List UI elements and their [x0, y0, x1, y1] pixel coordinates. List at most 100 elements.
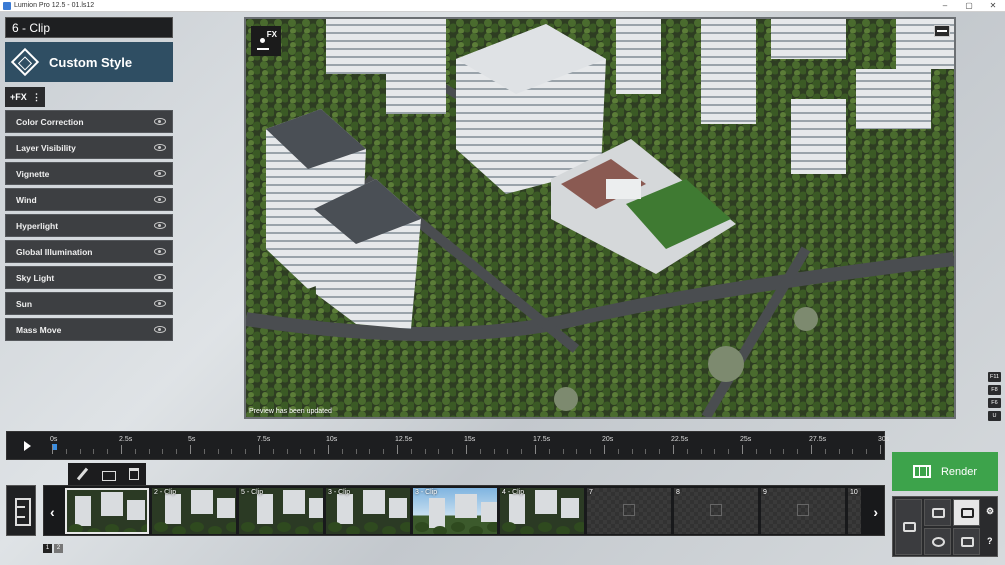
- eye-icon[interactable]: [154, 170, 166, 177]
- tick-minor: [134, 449, 136, 454]
- clip-thumbnail[interactable]: 10: [848, 488, 861, 534]
- tick-label: 2.5s: [119, 436, 133, 443]
- effect-item[interactable]: Mass Move: [5, 318, 173, 341]
- clip-thumbnail[interactable]: 3 - Clip: [413, 488, 497, 534]
- tick-major: [535, 445, 536, 454]
- thumbnail-tree: [154, 522, 168, 532]
- effect-label: Color Correction: [16, 116, 84, 127]
- build-mode-icon: [903, 522, 916, 532]
- thumbnail-building: [283, 490, 305, 514]
- clip-label: 7: [589, 489, 593, 496]
- play-icon[interactable]: [24, 441, 31, 451]
- viewport-toggle-icon[interactable]: [934, 25, 950, 37]
- effect-item[interactable]: Layer Visibility: [5, 136, 173, 159]
- thumbnail-tree: [556, 526, 570, 534]
- scroll-left-icon[interactable]: ‹: [50, 504, 55, 520]
- tick-major: [604, 445, 605, 454]
- tick-label: 25s: [740, 436, 752, 443]
- add-clip-icon[interactable]: [101, 471, 116, 481]
- tick-minor: [272, 449, 274, 454]
- movie-mode-button[interactable]: [953, 499, 980, 526]
- thumbnail-tree: [259, 526, 273, 534]
- effect-item[interactable]: Color Correction: [5, 110, 173, 133]
- effect-item[interactable]: Sky Light: [5, 266, 173, 289]
- scroll-right-icon[interactable]: ›: [873, 504, 878, 520]
- clip-thumbnail[interactable]: 2 - Clip: [152, 488, 236, 534]
- eye-icon[interactable]: [154, 248, 166, 255]
- tick-major: [52, 445, 53, 454]
- clip-thumbnail[interactable]: 4 - Clip: [500, 488, 584, 534]
- tick-minor: [548, 449, 550, 454]
- close-icon[interactable]: ✕: [981, 1, 1005, 10]
- clip-thumbnail[interactable]: 3 - Clip: [326, 488, 410, 534]
- effect-item[interactable]: Sun: [5, 292, 173, 315]
- thumbnail-tree: [295, 526, 309, 534]
- tick-minor: [769, 449, 771, 454]
- thumbnail-tree: [172, 526, 186, 534]
- edit-clip-icon[interactable]: [75, 467, 89, 481]
- tick-minor: [521, 449, 523, 454]
- panorama-mode-button[interactable]: [924, 528, 951, 555]
- eye-icon[interactable]: [154, 274, 166, 281]
- maximize-icon[interactable]: ▢: [957, 1, 981, 10]
- clip-thumbnail[interactable]: 7: [587, 488, 671, 534]
- save-button[interactable]: [953, 528, 980, 555]
- thumbnail-tree: [226, 522, 236, 532]
- clip-thumbnail[interactable]: [65, 488, 149, 534]
- film-icon: [912, 465, 931, 478]
- thumbnail-tree: [346, 526, 360, 534]
- settings-icon[interactable]: ⚙: [986, 506, 994, 517]
- tick-minor: [755, 449, 757, 454]
- thumbnail-building: [509, 494, 525, 524]
- shortcut-key[interactable]: F8: [988, 385, 1001, 395]
- clip-name-field[interactable]: 6 - Clip: [5, 17, 173, 38]
- effect-item[interactable]: Vignette: [5, 162, 173, 185]
- shortcut-key[interactable]: F11: [988, 372, 1001, 382]
- edit-mode-button[interactable]: [895, 499, 922, 555]
- effect-label: Hyperlight: [16, 220, 59, 231]
- help-icon[interactable]: ?: [987, 536, 993, 546]
- tick-label: 15s: [464, 436, 476, 443]
- effect-label: Vignette: [16, 168, 50, 179]
- effect-item[interactable]: Hyperlight: [5, 214, 173, 237]
- effect-item[interactable]: Global Illumination: [5, 240, 173, 263]
- clip-thumbnail[interactable]: 8: [674, 488, 758, 534]
- clip-thumbnail[interactable]: 9: [761, 488, 845, 534]
- eye-icon[interactable]: [154, 196, 166, 203]
- scene-viewport[interactable]: FX Preview has been updated: [244, 17, 956, 419]
- eye-icon[interactable]: [154, 300, 166, 307]
- eye-icon[interactable]: [154, 326, 166, 333]
- page-button[interactable]: 2: [54, 544, 63, 553]
- tick-label: 0s: [50, 436, 58, 443]
- tick-minor: [824, 449, 826, 454]
- clip-thumbnail[interactable]: 5 - Clip: [239, 488, 323, 534]
- eye-icon[interactable]: [154, 222, 166, 229]
- shortcut-key[interactable]: F6: [988, 398, 1001, 408]
- page-button[interactable]: 1: [43, 544, 52, 553]
- eye-icon[interactable]: [154, 144, 166, 151]
- effect-item[interactable]: Wind: [5, 188, 173, 211]
- fx-edit-badge[interactable]: FX: [251, 26, 281, 56]
- eye-icon[interactable]: [154, 118, 166, 125]
- custom-style-button[interactable]: Custom Style: [5, 42, 173, 82]
- movie-mode-icon[interactable]: [6, 485, 36, 536]
- tick-minor: [838, 449, 840, 454]
- minimize-icon[interactable]: –: [933, 1, 957, 10]
- more-options-icon[interactable]: ⋮: [32, 92, 41, 103]
- thumbnail-tree: [69, 524, 83, 532]
- clip-label: 9: [763, 489, 767, 496]
- empty-clip-icon: [710, 504, 722, 516]
- render-label: Render: [940, 465, 978, 478]
- add-fx-button[interactable]: +FX ⋮: [5, 87, 45, 107]
- tick-major: [121, 445, 122, 454]
- tick-minor: [217, 449, 219, 454]
- timeline-ruler[interactable]: 0s 2.5s 5s 7.5s 10s 12.5s 15s 17.5s 20s 22.5s 25s 2…: [50, 432, 889, 459]
- render-button[interactable]: Render: [892, 452, 998, 491]
- timeline[interactable]: 0s 2.5s 5s 7.5s 10s 12.5s 15s 17.5s 20s 22.5s 25s 2…: [6, 431, 889, 460]
- thumbnail-tree: [487, 522, 497, 532]
- photo-mode-button[interactable]: [924, 499, 951, 526]
- effect-label: Wind: [16, 194, 37, 205]
- thumbnail-building: [363, 490, 385, 514]
- shortcut-key[interactable]: U: [988, 411, 1001, 421]
- delete-clip-icon[interactable]: [129, 468, 140, 480]
